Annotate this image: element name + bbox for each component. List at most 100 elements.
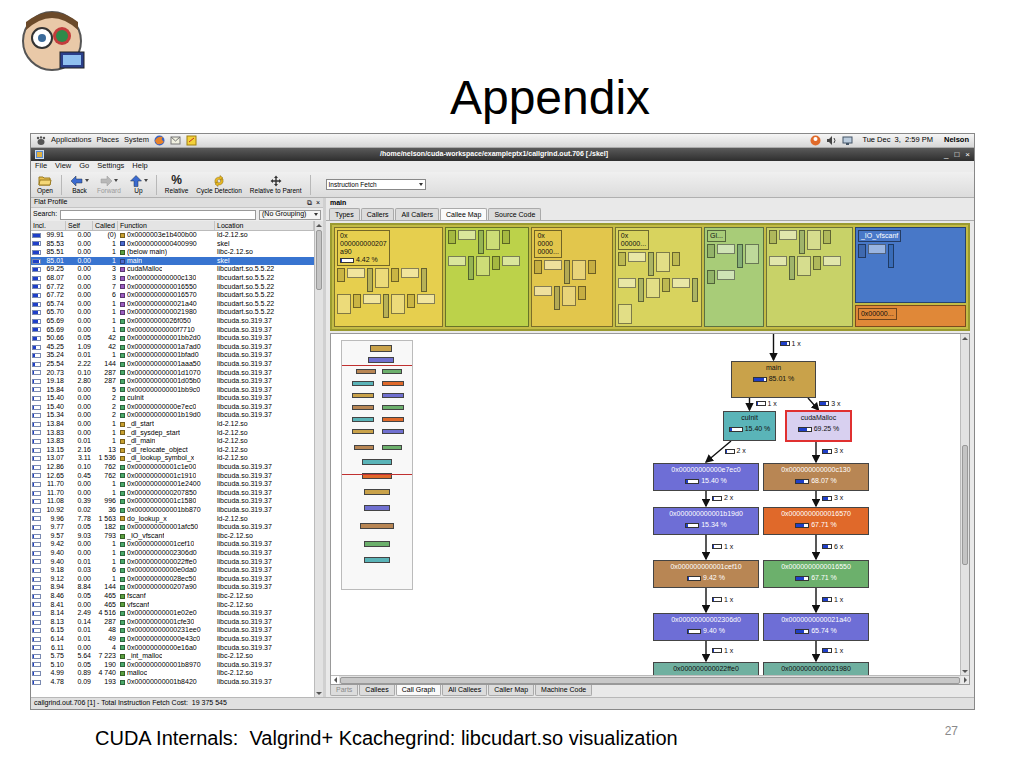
search-input[interactable] <box>60 210 256 220</box>
dropdown-arrow-icon[interactable] <box>114 179 118 182</box>
dropdown-arrow-icon[interactable] <box>144 179 148 182</box>
table-row[interactable]: 85.530.0010x0000000000400990skel <box>31 240 314 249</box>
browser-icon[interactable] <box>154 135 165 146</box>
treemap-subcell[interactable] <box>672 278 690 288</box>
treemap-cell[interactable]: 0x000000000207a904.42 % <box>334 227 443 327</box>
menu-item[interactable]: Help <box>132 162 147 171</box>
treemap-subcell[interactable] <box>868 244 886 254</box>
table-row[interactable]: 9.967.781 563do_lookup_xld-2.12.so <box>31 515 314 524</box>
treemap-subcell[interactable] <box>448 256 466 266</box>
treemap-cell[interactable]: 0x00000... <box>615 227 702 327</box>
call-edge[interactable] <box>815 491 816 506</box>
event-type-combo[interactable]: Instruction Fetch <box>326 179 426 190</box>
scroll-up-icon[interactable] <box>961 334 969 342</box>
call-edge[interactable] <box>815 641 816 661</box>
call-graph-node[interactable]: 0x00000000002306d09.40 % <box>653 613 759 641</box>
table-row[interactable]: 25.542.221440x000000000001aaa50libcuda.s… <box>31 360 314 369</box>
treemap-subcell[interactable] <box>618 304 632 324</box>
treemap-subcell[interactable] <box>779 230 797 240</box>
table-row[interactable]: 45.251.09420x000000000001a7ad0libcuda.so… <box>31 343 314 352</box>
treemap-subcell[interactable] <box>383 294 389 318</box>
treemap-subcell[interactable] <box>717 244 735 254</box>
menu-item[interactable]: Go <box>79 162 89 171</box>
treemap-cell[interactable]: 0x00000000... <box>531 227 612 327</box>
treemap-subcell[interactable] <box>646 278 660 298</box>
panel-menu[interactable]: System <box>124 136 149 145</box>
treemap-subcell[interactable] <box>375 268 389 288</box>
notes-icon[interactable] <box>186 135 197 146</box>
treemap-subcell[interactable] <box>502 230 510 244</box>
treemap-subcell[interactable] <box>337 294 351 314</box>
table-row[interactable]: 9.770.051820x000000000001afc50libcuda.so… <box>31 523 314 532</box>
treemap-subcell[interactable] <box>618 278 636 288</box>
table-row[interactable]: 12.860.107620x00000000001c1e00libcuda.so… <box>31 463 314 472</box>
treemap-subcell[interactable] <box>502 256 520 266</box>
table-row[interactable]: 9.420.0010x00000000001cef10libcuda.so.31… <box>31 540 314 549</box>
table-row[interactable]: 99.910.00(0)0x0000003e1b400b00ld-2.12.so <box>31 231 314 240</box>
treemap-subcell[interactable] <box>476 256 490 276</box>
treemap-subcell[interactable] <box>707 270 715 284</box>
table-row[interactable]: 4.990.894 740malloclibc-2.12.so <box>31 669 314 678</box>
call-edge[interactable] <box>773 334 774 360</box>
toolbar-button[interactable]: Open <box>34 173 56 197</box>
treemap-subcell[interactable] <box>353 294 361 308</box>
call-edge[interactable] <box>705 588 706 612</box>
treemap-subcell[interactable] <box>813 256 821 270</box>
column-header[interactable]: Incl. <box>31 221 66 230</box>
scroll-down-icon[interactable] <box>315 689 323 697</box>
table-row[interactable]: 65.700.0010x0000000000021980libcudart.so… <box>31 308 314 317</box>
table-row[interactable]: 69.250.003cudaMalloclibcudart.so.5.5.22 <box>31 265 314 274</box>
table-row[interactable]: 11.700.0010x000000000001e2400libcuda.so.… <box>31 480 314 489</box>
treemap-subcell[interactable] <box>468 256 474 280</box>
table-row[interactable]: 8.142.494 5160x00000000001e02e0libcuda.s… <box>31 609 314 618</box>
tab[interactable]: Parts <box>330 685 358 696</box>
tab[interactable]: Machine Code <box>535 685 592 696</box>
call-edge[interactable] <box>705 641 706 661</box>
menu-item[interactable]: View <box>55 162 71 171</box>
toolbar-button[interactable]: Up <box>126 173 151 197</box>
call-graph-node[interactable]: cuInit15.40 % <box>723 411 776 441</box>
treemap-subcell[interactable] <box>534 260 542 274</box>
call-graph-node[interactable]: cudaMalloc69.25 % <box>786 411 851 441</box>
table-row[interactable]: 65.690.0010x00000000026f050libcuda.so.31… <box>31 317 314 326</box>
treemap-subcell[interactable] <box>458 230 476 240</box>
treemap-subcell[interactable] <box>769 256 787 266</box>
treemap-subcell[interactable] <box>707 244 715 258</box>
toolbar-button[interactable]: Forward <box>94 173 124 197</box>
treemap-subcell[interactable] <box>672 252 680 266</box>
table-row[interactable]: 13.840.001_dl_startld-2.12.so <box>31 420 314 429</box>
table-row[interactable]: 6.150.01480x00000000000231ee0libcuda.so.… <box>31 626 314 635</box>
mail-icon[interactable] <box>170 135 181 146</box>
table-row[interactable]: 85.510.001(below main)libc-2.12.so <box>31 248 314 257</box>
menu-item[interactable]: File <box>35 162 47 171</box>
panel-menu[interactable]: Applications <box>51 136 91 145</box>
graph-vertical-scrollbar[interactable] <box>960 334 969 675</box>
treemap-subcell[interactable] <box>662 278 670 292</box>
tab[interactable]: Callers <box>361 208 395 220</box>
call-edge[interactable] <box>815 441 816 462</box>
treemap-subcell[interactable] <box>789 256 795 280</box>
treemap-cell[interactable]: Gl... <box>704 227 764 327</box>
call-graph-node[interactable]: 0x0000000000021a4065.74 % <box>763 613 869 641</box>
scroll-left-icon[interactable] <box>331 676 339 684</box>
dropdown-arrow-icon[interactable] <box>85 179 89 182</box>
table-row[interactable]: 67.720.0070x0000000000016550libcudart.so… <box>31 283 314 292</box>
treemap-subcell[interactable] <box>618 252 626 266</box>
treemap-subcell[interactable] <box>823 230 831 244</box>
table-row[interactable]: 6.110.0040x00000000000e16a0libcuda.so.31… <box>31 644 314 653</box>
table-row[interactable]: 13.152.1613_dl_relocate_objectld-2.12.so <box>31 446 314 455</box>
treemap-subcell[interactable] <box>534 286 552 296</box>
column-header[interactable]: Function <box>118 221 215 230</box>
panel-control-button[interactable]: × <box>316 199 320 207</box>
call-graph-node[interactable]: 0x000000000001655067.71 % <box>763 560 869 588</box>
treemap-subcell[interactable] <box>554 286 560 310</box>
network-icon[interactable] <box>842 135 853 146</box>
column-header[interactable]: Called <box>93 221 118 230</box>
treemap-subcell[interactable] <box>486 230 500 250</box>
panel-clock[interactable]: Tue Dec 3, 2:59 PM <box>862 136 933 145</box>
treemap-subcell[interactable] <box>737 244 743 268</box>
treemap-subcell[interactable] <box>492 256 500 270</box>
call-edge[interactable] <box>815 535 816 559</box>
treemap-subcell[interactable] <box>544 260 562 270</box>
table-row[interactable]: 9.400.0110x0000000000022ffe0libcuda.so.3… <box>31 558 314 567</box>
